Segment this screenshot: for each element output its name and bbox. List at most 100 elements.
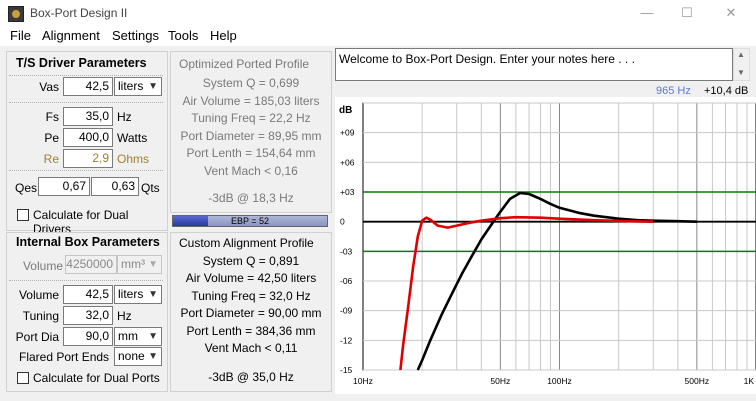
app-icon <box>8 6 24 22</box>
re-label: Re <box>43 152 59 166</box>
qes-label: Qes <box>15 181 38 195</box>
custom-vent-mach: Vent Mach < 0,11 <box>204 341 298 356</box>
divider <box>9 102 163 103</box>
re-unit: Ohms <box>117 152 150 166</box>
menu-tools[interactable]: Tools <box>168 28 198 43</box>
dual-ports-checkbox[interactable] <box>17 372 29 384</box>
port-dia-unit-value: mm <box>118 329 138 343</box>
notes-textarea[interactable]: Welcome to Box-Port Design. Enter your n… <box>335 48 733 81</box>
vas-label: Vas <box>39 80 59 94</box>
custom-tuning-freq: Tuning Freq = 32,0 Hz <box>191 288 311 303</box>
custom-port-diameter: Port Diameter = 90,00 mm <box>180 306 322 321</box>
window-title: Box-Port Design II <box>30 6 128 20</box>
qes-input[interactable]: 0,67 <box>38 177 90 196</box>
y-tick-label: -03 <box>340 246 353 256</box>
volume-unit-select[interactable]: liters ▼ <box>114 285 162 304</box>
vas-input[interactable]: 42,5 <box>63 77 113 96</box>
custom-profile-panel: Custom Alignment Profile System Q = 0,89… <box>170 232 332 392</box>
flared-select[interactable]: none ▼ <box>114 347 162 366</box>
y-tick-label: -12 <box>340 335 353 345</box>
fs-input[interactable]: 35,0 <box>63 107 113 126</box>
x-tick-label: 100Hz <box>547 376 572 386</box>
custom-system-q: System Q = 0,891 <box>202 254 300 268</box>
dual-drivers-checkbox[interactable] <box>17 209 29 221</box>
y-tick-label: 0 <box>340 217 345 227</box>
notes-scrollbar[interactable]: ▲ ▼ <box>733 48 750 81</box>
minimize-button[interactable]: — <box>636 4 658 22</box>
pe-unit: Watts <box>117 131 148 145</box>
chevron-down-icon: ▼ <box>148 351 158 362</box>
port-dia-input[interactable]: 90,0 <box>63 327 113 346</box>
volume-mm-unit-select[interactable]: mm³ ▼ <box>117 255 162 274</box>
dual-ports-label: Calculate for Dual Ports <box>33 371 160 385</box>
divider <box>9 170 163 171</box>
flared-value: none <box>118 349 145 363</box>
menu-bar: File Alignment Settings Tools Help <box>0 26 756 46</box>
y-tick-label: -09 <box>340 306 353 316</box>
volume-input[interactable]: 42,5 <box>63 285 113 304</box>
fs-label: Fs <box>45 110 59 124</box>
title-bar: Box-Port Design II — ☐ ✕ <box>0 0 756 26</box>
port-dia-label: Port Dia <box>15 330 59 344</box>
optimized-results: System Q = 0,699 Air Volume = 185,03 lit… <box>171 75 331 181</box>
optimized-profile-panel: Optimized Ported Profile System Q = 0,69… <box>170 51 332 213</box>
y-tick-label: -15 <box>340 365 353 375</box>
box-parameters-panel: Internal Box Parameters Volume 4250000 m… <box>6 232 168 392</box>
cursor-frequency: 965 Hz <box>656 85 691 97</box>
menu-alignment[interactable]: Alignment <box>42 28 100 43</box>
chevron-down-icon: ▼ <box>148 81 158 92</box>
volume-unit-value: liters <box>118 287 144 301</box>
tuning-unit: Hz <box>117 309 132 323</box>
maximize-button[interactable]: ☐ <box>676 4 698 22</box>
chevron-down-icon: ▼ <box>148 259 158 270</box>
optimized-header: Optimized Ported Profile <box>179 57 310 71</box>
tuning-input[interactable]: 32,0 <box>63 306 113 325</box>
optimized-system-q: System Q = 0,699 <box>202 76 300 90</box>
port-dia-unit-select[interactable]: mm ▼ <box>114 327 162 346</box>
menu-file[interactable]: File <box>10 28 31 43</box>
x-tick-label: 10Hz <box>353 376 373 386</box>
x-tick-label: 50Hz <box>490 376 510 386</box>
vas-unit-value: liters <box>118 79 144 93</box>
volume-mm-unit-value: mm³ <box>121 257 145 271</box>
optimized-tuning-freq: Tuning Freq = 22,2 Hz <box>191 111 311 126</box>
ebp-bar: EBP = 52 <box>172 215 328 227</box>
custom-results: System Q = 0,891 Air Volume = 42,50 lite… <box>171 253 331 357</box>
scroll-up-icon: ▲ <box>737 50 745 59</box>
fs-unit: Hz <box>117 110 132 124</box>
response-chart-svg: dB +09 +06 +03 0 -03 -06 -09 -12 -1510Hz 50Hz 100Hz… <box>339 102 756 386</box>
pe-label: Pe <box>44 131 59 145</box>
volume-mm-label: Volume <box>22 259 63 273</box>
divider <box>9 280 163 281</box>
optimized-port-length: Port Lenth = 154,64 mm <box>186 146 316 161</box>
x-tick-label: 1K <box>744 376 755 386</box>
volume-mm-input[interactable]: 4250000 <box>65 255 117 274</box>
y-tick-label: -06 <box>340 276 353 286</box>
optimized-vent-mach: Vent Mach < 0,16 <box>204 163 298 178</box>
menu-help[interactable]: Help <box>210 28 237 43</box>
ts-parameters-panel: T/S Driver Parameters Vas 42,5 liters ▼ F… <box>6 51 168 236</box>
box-header: Internal Box Parameters <box>16 235 160 249</box>
cursor-db: +10,4 dB <box>704 85 749 97</box>
tuning-label: Tuning <box>22 309 59 323</box>
qts-label: Qts <box>141 181 160 195</box>
custom-minus3db: -3dB @ 35,0 Hz <box>208 370 294 384</box>
scroll-down-icon: ▼ <box>737 68 745 77</box>
volume-label: Volume <box>18 288 59 302</box>
flared-label: Flared Port Ends <box>19 350 110 364</box>
re-input[interactable]: 2,9 <box>63 149 113 168</box>
ts-header: T/S Driver Parameters <box>16 56 147 70</box>
optimized-minus3db: -3dB @ 18,3 Hz <box>208 191 294 205</box>
response-graph[interactable]: dB +09 +06 +03 0 -03 -06 -09 -12 -15 10Hz 50Hz 100Hz… <box>335 97 756 394</box>
custom-port-length: Port Lenth = 384,36 mm <box>186 323 316 338</box>
y-axis-label: dB <box>339 105 352 116</box>
pe-input[interactable]: 400,0 <box>63 128 113 147</box>
menu-settings[interactable]: Settings <box>112 28 159 43</box>
y-tick-label: +03 <box>340 187 355 197</box>
x-tick-label: 500Hz <box>685 376 710 386</box>
chevron-down-icon: ▼ <box>148 331 158 342</box>
close-button[interactable]: ✕ <box>720 4 742 22</box>
vas-unit-select[interactable]: liters ▼ <box>114 77 162 96</box>
y-tick-label: +06 <box>340 157 355 167</box>
qts-input[interactable]: 0,63 <box>91 177 139 196</box>
